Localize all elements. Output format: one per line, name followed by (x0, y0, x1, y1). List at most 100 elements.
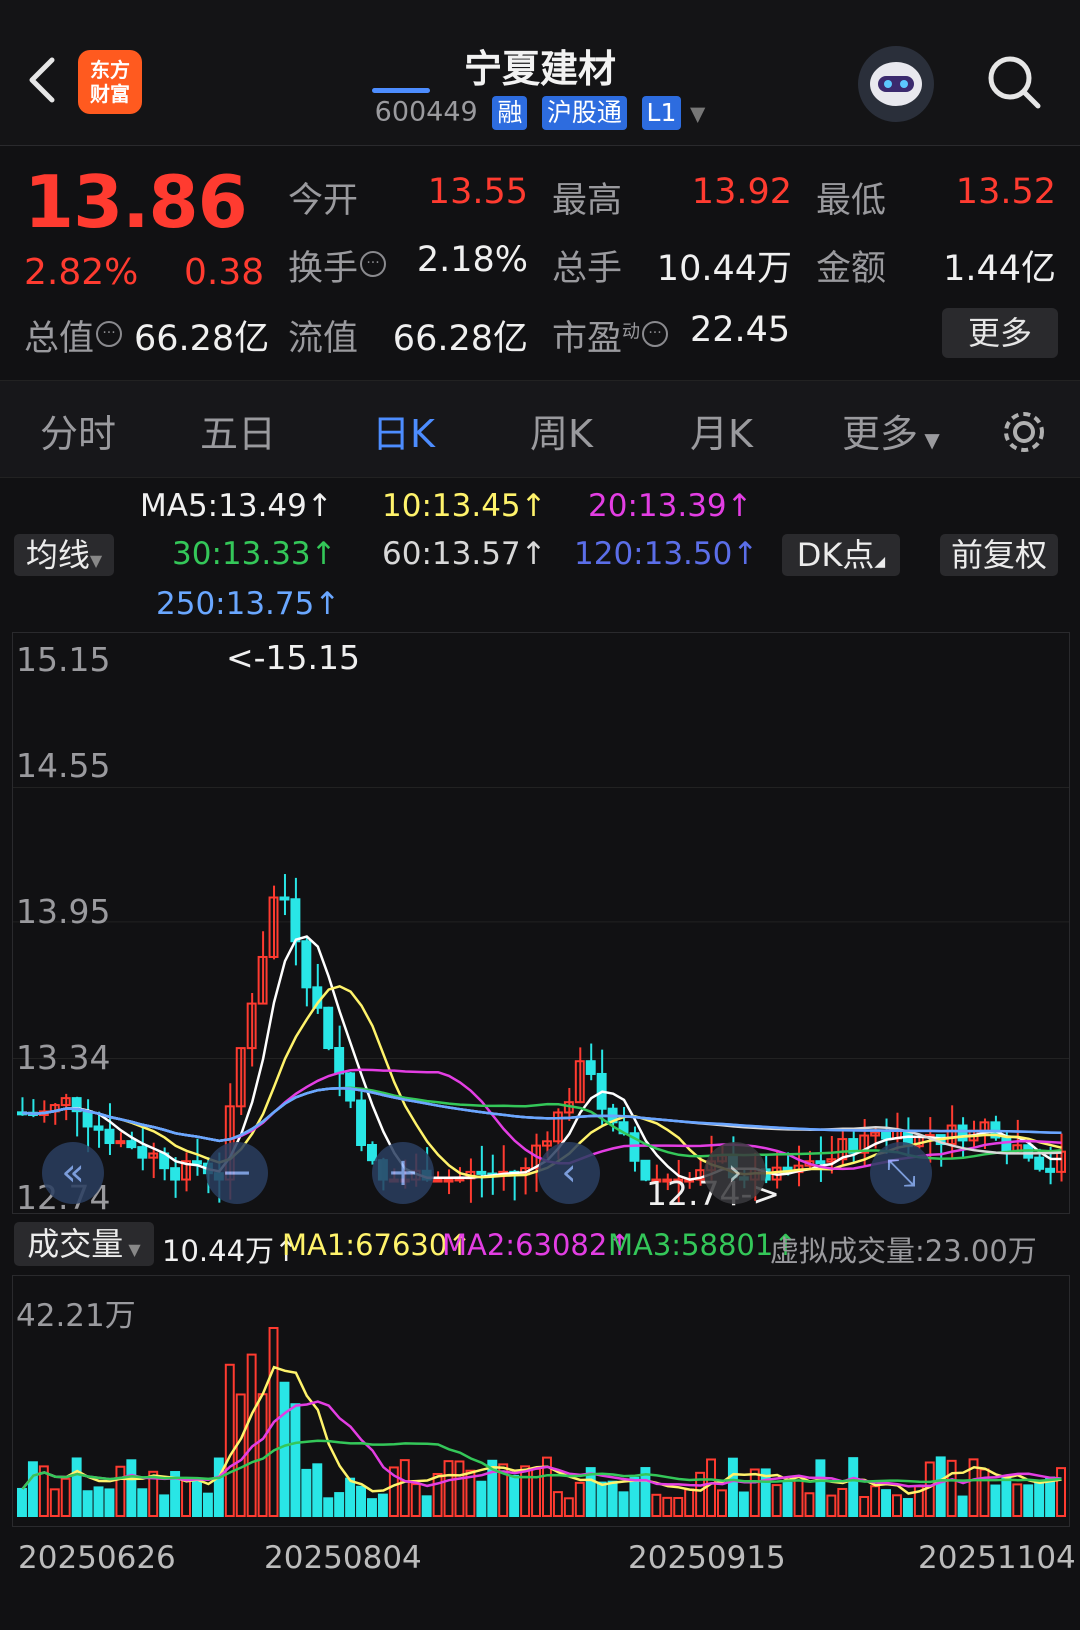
scroll-start-button[interactable]: « (42, 1142, 104, 1204)
volume-bar (848, 1457, 859, 1517)
change-amount: 0.38 (184, 252, 265, 293)
volume-bar (881, 1489, 891, 1517)
volume-bar (727, 1457, 738, 1517)
ma-toggle-button[interactable]: 均线▼ (14, 534, 114, 576)
candlestick-chart[interactable] (12, 632, 1070, 1214)
tab-daily-k[interactable]: 日K (372, 403, 435, 458)
volume-bar (71, 1457, 82, 1517)
scroll-left-button[interactable]: ‹ (538, 1142, 600, 1204)
volume-bar (1034, 1480, 1045, 1517)
candle-body (126, 1140, 137, 1149)
volume-bar (377, 1493, 388, 1517)
info-icon[interactable]: ··· (642, 321, 669, 348)
tab-five-day[interactable]: 五日 (200, 403, 276, 458)
volume-bar (552, 1491, 563, 1517)
assistant-robot-icon[interactable] (858, 46, 934, 122)
adjust-button[interactable]: 前复权 (940, 534, 1058, 576)
candle-body (443, 1178, 454, 1183)
tab-monthly-k[interactable]: 月K (690, 403, 753, 458)
volume-bar (902, 1498, 913, 1518)
high-label: 最高 (552, 181, 623, 221)
volume-bar (662, 1496, 673, 1518)
candle-body (1001, 1136, 1012, 1152)
volume-bar (684, 1488, 695, 1517)
volume-bar (673, 1496, 684, 1518)
volume-bar (367, 1498, 377, 1518)
volume-bar (596, 1481, 607, 1517)
volume-bar (323, 1497, 334, 1517)
more-quote-button[interactable]: 更多 (942, 308, 1058, 358)
candle-body (82, 1110, 93, 1128)
volume-bar (27, 1461, 38, 1518)
volume-bar (60, 1477, 71, 1517)
pe-value: 22.45 (690, 310, 791, 350)
last-price: 13.86 (24, 160, 248, 244)
volume-bar (607, 1480, 618, 1518)
dk-point-button[interactable]: DK点◢ (782, 534, 900, 576)
gear-icon[interactable] (998, 406, 1050, 458)
volume-bar (301, 1468, 312, 1518)
float-value: 66.28亿 (392, 319, 528, 359)
info-icon[interactable]: ··· (360, 251, 387, 278)
volume-bar (859, 1495, 870, 1517)
volume-bar (629, 1476, 640, 1518)
candlestick-svg (13, 786, 1069, 1204)
candle-body (104, 1128, 115, 1145)
volume-bar (432, 1472, 443, 1517)
volume-bar (1012, 1483, 1023, 1518)
tag-connect: 沪股通 (541, 96, 627, 130)
zoom-in-button[interactable]: + (372, 1142, 434, 1204)
volume-bar (345, 1477, 356, 1517)
volume-legend: 10.44万↑ (162, 1234, 299, 1268)
ma10-legend: 10:13.45↑ (382, 488, 547, 524)
search-icon[interactable] (984, 52, 1044, 112)
x-axis-label: 20250804 (264, 1540, 422, 1576)
volume-svg (17, 1326, 1066, 1518)
amount-label: 金额 (816, 249, 887, 289)
volume-bar (159, 1494, 170, 1517)
low-value: 13.52 (955, 172, 1056, 212)
volume-bar (290, 1403, 301, 1517)
change-percent: 2.82% (24, 252, 139, 293)
volume-bar (804, 1492, 815, 1518)
tab-weekly-k[interactable]: 周K (530, 403, 593, 458)
volume-bar (443, 1460, 454, 1518)
volume-bar (749, 1468, 760, 1517)
candle-body (170, 1167, 181, 1181)
volume-bar (356, 1485, 366, 1518)
open-value: 13.55 (427, 172, 528, 212)
volume-value: 10.44万 (656, 249, 792, 289)
volume-chart[interactable] (12, 1275, 1070, 1527)
volume-bar (312, 1463, 323, 1518)
candle-body (279, 896, 290, 901)
volume-label: 总手 (552, 249, 623, 289)
tab-intraday[interactable]: 分时 (40, 403, 116, 458)
candle-body (585, 1060, 596, 1075)
info-icon[interactable]: ··· (96, 321, 123, 348)
chevron-down-icon: ▼ (689, 101, 706, 126)
candle-body (881, 1131, 891, 1140)
candle-body (323, 1006, 334, 1050)
indicator-select-button[interactable]: 成交量 ▼ (14, 1222, 154, 1266)
volume-bar (870, 1485, 881, 1517)
volume-bar (334, 1492, 345, 1518)
candle-body (137, 1146, 148, 1159)
volume-bar (793, 1476, 804, 1517)
scroll-right-button[interactable]: › (704, 1142, 766, 1204)
volume-bar (17, 1487, 27, 1517)
tag-level: L1 (641, 96, 682, 130)
volume-bar (93, 1486, 104, 1517)
volume-bar (126, 1459, 137, 1517)
volume-bar (246, 1353, 257, 1518)
volume-bar (421, 1495, 432, 1518)
volume-bar (738, 1491, 749, 1517)
candle-body (334, 1047, 345, 1075)
amount-value: 1.44亿 (943, 249, 1056, 289)
zoom-out-button[interactable]: − (206, 1142, 268, 1204)
volume-bar (563, 1497, 574, 1517)
candle-body (115, 1140, 126, 1145)
ma120-legend: 120:13.50↑ (574, 536, 759, 572)
fullscreen-icon[interactable]: ⤡ (870, 1142, 932, 1204)
tab-more[interactable]: 更多 ▼ (842, 403, 940, 458)
volume-bar (520, 1465, 531, 1517)
